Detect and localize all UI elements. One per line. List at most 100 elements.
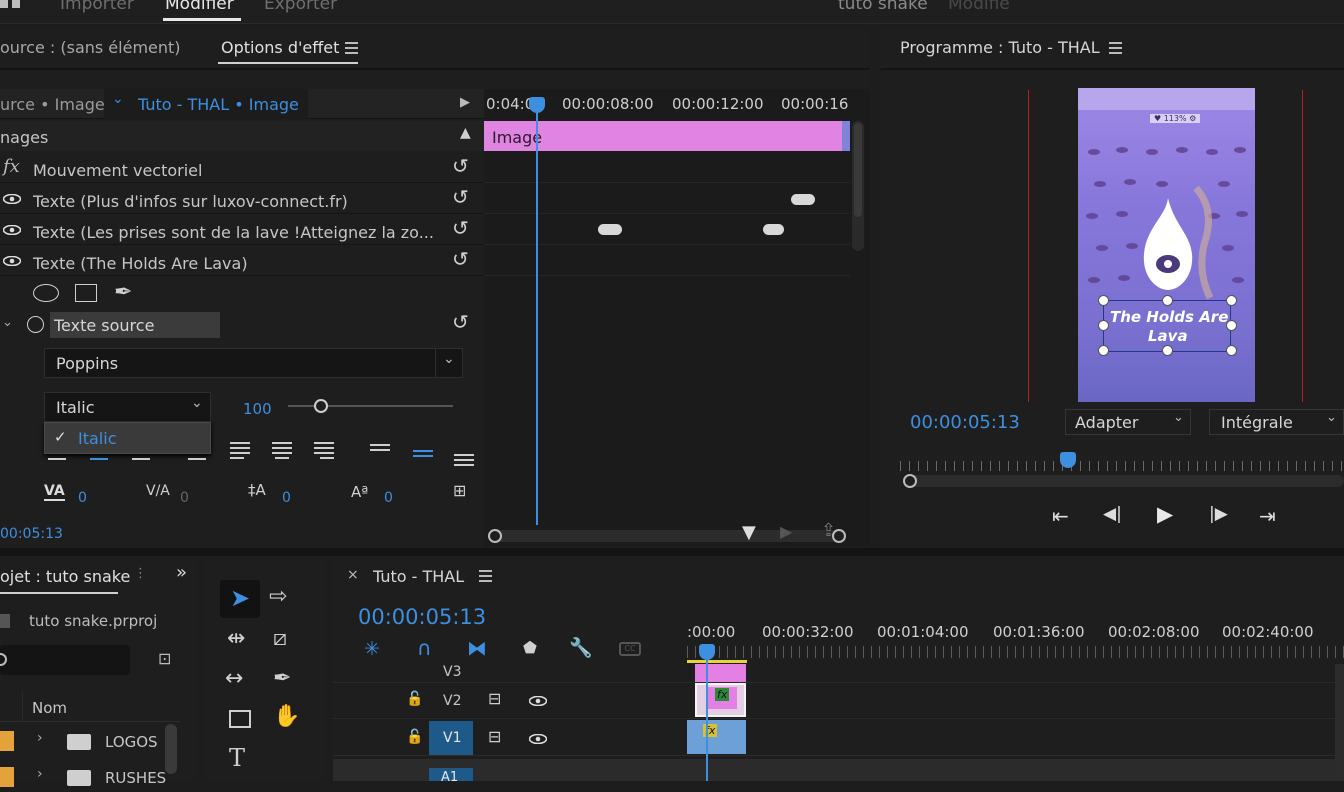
ellipse-mask-icon[interactable] [33,284,59,302]
snap-magnet-icon[interactable]: ∩ [417,636,432,660]
texte-source-field[interactable]: Texte source [50,312,220,338]
zoom-dropdown[interactable]: Adapter ⌄ [1065,409,1191,435]
ripple-edit-icon[interactable]: ⇹ [227,626,245,651]
play-icon[interactable]: ▶ [1157,502,1173,526]
clip-bar[interactable]: Image [484,121,850,151]
eye-icon[interactable] [3,256,21,266]
filter-icon[interactable]: ▼ [742,522,756,543]
eye-icon[interactable] [529,734,547,744]
hand-tool-icon[interactable]: ✋ [273,704,300,729]
track-header-v3[interactable]: V3 [333,662,687,682]
vertical-scrollbar[interactable] [852,121,864,251]
align-right-icon[interactable] [132,458,150,460]
playhead-handle[interactable] [529,97,545,113]
tab-ruler-icon[interactable]: ⊞ [453,481,466,500]
step-back-icon[interactable]: ◀| [1103,504,1122,524]
timeline-vertical-scrollbar[interactable] [1335,664,1344,774]
sync-lock-icon[interactable]: ⊟ [488,689,501,708]
sequence-tab[interactable]: Tuto - THAL [373,567,464,586]
close-icon[interactable]: × [347,567,359,583]
effect-timecode[interactable]: 00:05:13 [0,526,63,542]
slider-knob[interactable] [314,399,328,413]
font-style-dropdown[interactable]: Italic ⌄ [44,392,211,422]
quality-dropdown[interactable]: Intégrale ⌄ [1209,409,1344,435]
drag-handle-icon[interactable]: ⋮ [134,566,147,581]
search-input[interactable] [0,645,130,675]
wrench-icon[interactable]: 🔧 [569,636,593,659]
reset-icon[interactable]: ↺ [452,185,469,209]
lock-icon[interactable]: 🔓 [406,691,423,707]
eye-icon[interactable] [529,696,547,706]
tab-modifier[interactable]: Modifier [165,0,234,14]
align-middle-icon[interactable] [413,450,433,457]
effect-row-text-1[interactable]: Texte (Plus d'infos sur luxov-connect.fr… [0,183,484,214]
panel-menu-icon[interactable] [1109,42,1122,54]
align-top-icon[interactable] [370,444,390,451]
reset-icon[interactable]: ↺ [452,247,469,271]
track-label[interactable]: V2 [443,693,461,709]
timeline-timecode[interactable]: 00:00:05:13 [358,605,486,629]
effect-keyframe-timeline[interactable]: 0:04:0 00:00:08:00 00:00:12:00 00:00:16 … [484,89,870,546]
play-only-icon[interactable]: ▶ [460,95,470,110]
tab-effect-options[interactable]: Options d'effet [221,38,339,57]
pen-tool-icon[interactable]: ✒ [273,666,291,691]
program-timecode[interactable]: 00:00:05:13 [910,412,1020,433]
video-preview[interactable]: ♥ 113% ⚙ The Holds Are Lava [1078,88,1255,402]
type-tool-icon[interactable]: T [229,744,245,772]
justify-last-left-icon[interactable] [230,442,250,459]
export-icon[interactable]: ⇪ [821,520,836,541]
selection-tool[interactable]: ➤ [220,580,260,618]
eye-icon[interactable] [3,225,21,235]
chevron-right-icon[interactable]: › [37,766,43,782]
label-color-swatch[interactable] [0,767,14,787]
keyframe-marker[interactable] [763,224,784,235]
slip-icon[interactable]: ↔ [225,666,243,691]
baseline-value[interactable]: 0 [384,490,393,506]
reset-icon[interactable]: ↺ [452,310,469,334]
rectangle-tool-icon[interactable] [229,710,251,728]
reset-icon[interactable]: ↺ [452,216,469,240]
source-patch-v1[interactable]: V1 [429,721,473,755]
font-size-slider[interactable] [288,399,453,413]
razor-icon[interactable]: ⧄ [273,626,287,651]
linked-selection-icon[interactable]: ⧓ [467,636,487,660]
source-patch-a1[interactable]: A1 [429,768,473,781]
effect-row-text-2[interactable]: Texte (Les prises sont de la lave !Attei… [0,214,484,245]
clip-v3[interactable] [695,664,746,682]
align-center-icon[interactable] [90,458,108,460]
clip-selector[interactable]: ⌄ Tuto - THAL • Image [104,89,308,119]
project-tab[interactable]: ojet : tuto snake [0,567,130,586]
tab-exporter[interactable]: Exporter [264,0,337,14]
justify-last-center-icon[interactable] [272,442,292,459]
stopwatch-icon[interactable] [27,316,44,333]
reset-icon[interactable]: ↺ [452,154,469,178]
work-area-bar[interactable] [687,660,747,663]
eye-icon[interactable] [3,194,21,204]
section-images[interactable]: nages ▲ [0,121,484,151]
justify-last-right-icon[interactable] [314,442,334,459]
tab-importer[interactable]: Importer [60,0,134,14]
font-size-value[interactable]: 100 [243,400,272,418]
playhead-handle[interactable] [1060,452,1076,468]
font-family-dropdown[interactable]: Poppins ⌄ [44,348,463,378]
align-bottom-icon[interactable] [454,454,474,466]
master-clip-label[interactable]: urce • Image [0,95,105,114]
leading-value[interactable]: 0 [282,490,291,506]
timeline-ruler[interactable] [687,646,1344,658]
lock-icon[interactable]: 🔓 [406,729,423,745]
nest-icon[interactable]: ✳ [364,638,380,660]
align-left-icon[interactable] [48,458,66,460]
text-transform-box[interactable] [1098,295,1237,356]
list-item[interactable]: › LOGOS [0,728,180,756]
panel-menu-icon[interactable] [345,42,358,54]
chevron-right-icon[interactable]: › [37,730,43,746]
chevron-double-right-icon[interactable]: » [176,562,187,583]
clip-v1[interactable]: fx [687,720,746,754]
panel-menu-icon[interactable] [479,570,492,582]
play-audio-icon[interactable]: ▶ [780,522,792,541]
program-zoom-bar[interactable] [903,474,1344,488]
go-to-out-icon[interactable]: ⇥ [1259,504,1276,528]
expand-chevron-icon[interactable]: ⌄ [2,315,13,330]
captions-icon[interactable]: CC [619,642,641,656]
add-marker-icon[interactable]: ⬟ [523,638,537,657]
